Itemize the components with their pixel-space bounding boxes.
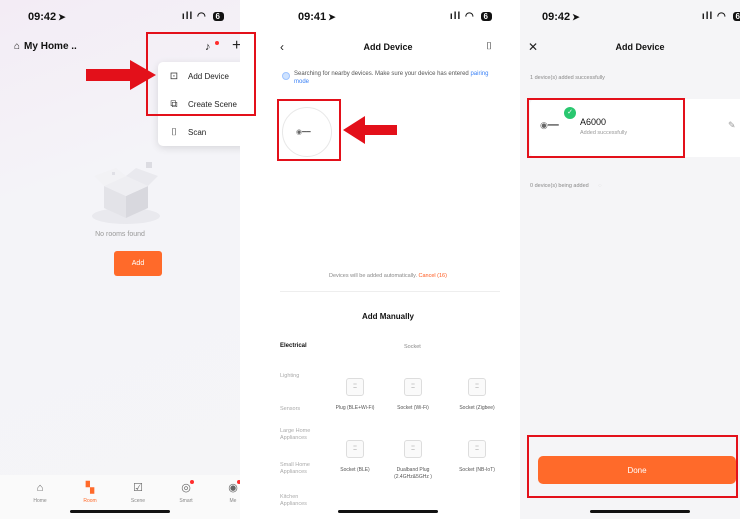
add-device-search-screen: 09:41 ➤ ıll ◠ 6 ‹ Add Device ⌷ Searching … bbox=[268, 0, 508, 519]
empty-box-illustration bbox=[92, 162, 160, 224]
plug-ble-wifi-icon[interactable]: ⁚⁚ bbox=[346, 378, 364, 396]
socket-ble-icon[interactable]: ⁚⁚ bbox=[346, 440, 364, 458]
home-indicator bbox=[70, 510, 170, 513]
edit-pencil-icon[interactable]: ✎ bbox=[728, 121, 736, 130]
adding-count-row: 0 device(s) being added ◌ bbox=[530, 183, 602, 189]
device-socket-wifi[interactable]: Socket (Wi-Fi) bbox=[391, 405, 435, 412]
status-icons: ıll ◠ 6 bbox=[182, 11, 224, 22]
category-large-home-appliances[interactable]: Large Home Appliances bbox=[280, 428, 314, 442]
highlight-done-button bbox=[527, 435, 738, 498]
category-lighting[interactable]: Lighting bbox=[280, 373, 299, 380]
auto-add-message: Devices will be added automatically. Can… bbox=[329, 273, 447, 279]
socket-zigbee-icon[interactable]: ⁚⁚ bbox=[468, 378, 486, 396]
highlight-add-menu bbox=[146, 32, 256, 116]
page-title: Add Device bbox=[363, 42, 413, 52]
highlight-discovered-device bbox=[277, 99, 341, 161]
home-icon: ⌂ bbox=[14, 41, 21, 52]
searching-message: Searching for nearby devices. Make sure … bbox=[282, 70, 498, 86]
home-title-label: My Home .. bbox=[24, 41, 77, 52]
socket-nb-iot-icon[interactable]: ⁚⁚ bbox=[468, 440, 486, 458]
status-time: 09:42 ➤ bbox=[542, 11, 580, 23]
tab-room[interactable]: ▚ Room bbox=[75, 481, 105, 504]
smart-badge-dot bbox=[190, 480, 194, 484]
status-icons: ıll ◠ 6 bbox=[450, 11, 492, 22]
status-bar: 09:42 ➤ ıll ◠ 6 bbox=[0, 0, 240, 34]
page-title: Add Device bbox=[615, 42, 665, 52]
smart-icon: ◎ bbox=[181, 482, 191, 494]
red-arrow-left-icon bbox=[343, 116, 397, 144]
socket-wifi-icon[interactable]: ⁚⁚ bbox=[404, 378, 422, 396]
device-socket-nb-iot[interactable]: Socket (NB-IoT) bbox=[455, 467, 499, 474]
highlight-added-device bbox=[527, 98, 685, 158]
category-small-home-appliances[interactable]: Small Home Appliances bbox=[280, 462, 322, 476]
searching-spinner-icon bbox=[282, 72, 290, 80]
room-icon: ▚ bbox=[85, 482, 95, 494]
status-bar: 09:42 ➤ ıll ◠ 6 bbox=[520, 0, 740, 34]
menu-item-scan[interactable]: ⌷ Scan bbox=[158, 118, 240, 146]
category-electrical[interactable]: Electrical bbox=[280, 343, 307, 350]
scan-qr-icon[interactable]: ⌷ bbox=[486, 42, 492, 52]
device-plug-ble-wifi[interactable]: Plug (BLE+Wi-Fi) bbox=[333, 405, 377, 412]
subcategory-socket: Socket bbox=[404, 344, 421, 350]
status-bar: 09:41 ➤ ıll ◠ 6 bbox=[268, 0, 508, 34]
success-count-text: 1 device(s) added successfully bbox=[530, 75, 605, 81]
device-socket-zigbee[interactable]: Socket (Zigbee) bbox=[455, 405, 499, 412]
device-dualband-plug[interactable]: Dualband Plug (2.4GHz&5GHz ) bbox=[387, 467, 439, 480]
status-time: 09:41 ➤ bbox=[298, 11, 336, 23]
tab-home[interactable]: ⌂ Home bbox=[25, 481, 55, 504]
red-arrow-right-icon bbox=[86, 60, 156, 90]
home-tab-icon: ⌂ bbox=[36, 482, 44, 494]
cancel-search-link[interactable]: Cancel (16) bbox=[419, 273, 447, 279]
tab-scene[interactable]: ☑ Scene bbox=[123, 481, 153, 504]
me-badge-dot bbox=[237, 480, 240, 484]
tab-smart[interactable]: ◎ Smart bbox=[171, 481, 201, 504]
status-icons: ıll ◠ 6 bbox=[702, 11, 740, 22]
category-sensors[interactable]: Sensors bbox=[280, 406, 300, 413]
divider bbox=[280, 291, 500, 292]
device-socket-ble[interactable]: Socket (BLE) bbox=[333, 467, 377, 474]
home-indicator bbox=[590, 510, 690, 513]
add-manually-heading: Add Manually bbox=[361, 312, 414, 321]
home-indicator bbox=[338, 510, 438, 513]
empty-state-text: No rooms found bbox=[95, 231, 145, 238]
category-kitchen-appliances[interactable]: Kitchen Appliances bbox=[280, 494, 314, 508]
dualband-plug-icon[interactable]: ⁚⁚ bbox=[404, 440, 422, 458]
loading-spinner-icon: ◌ bbox=[598, 183, 602, 189]
add-room-button[interactable]: Add bbox=[114, 251, 162, 276]
status-time: 09:42 ➤ bbox=[28, 11, 66, 23]
scene-icon: ☑ bbox=[133, 482, 143, 494]
scan-icon: ⌷ bbox=[171, 126, 177, 138]
home-selector[interactable]: ⌂ My Home .. bbox=[14, 41, 77, 52]
tab-me[interactable]: ◉ Me bbox=[218, 481, 240, 504]
